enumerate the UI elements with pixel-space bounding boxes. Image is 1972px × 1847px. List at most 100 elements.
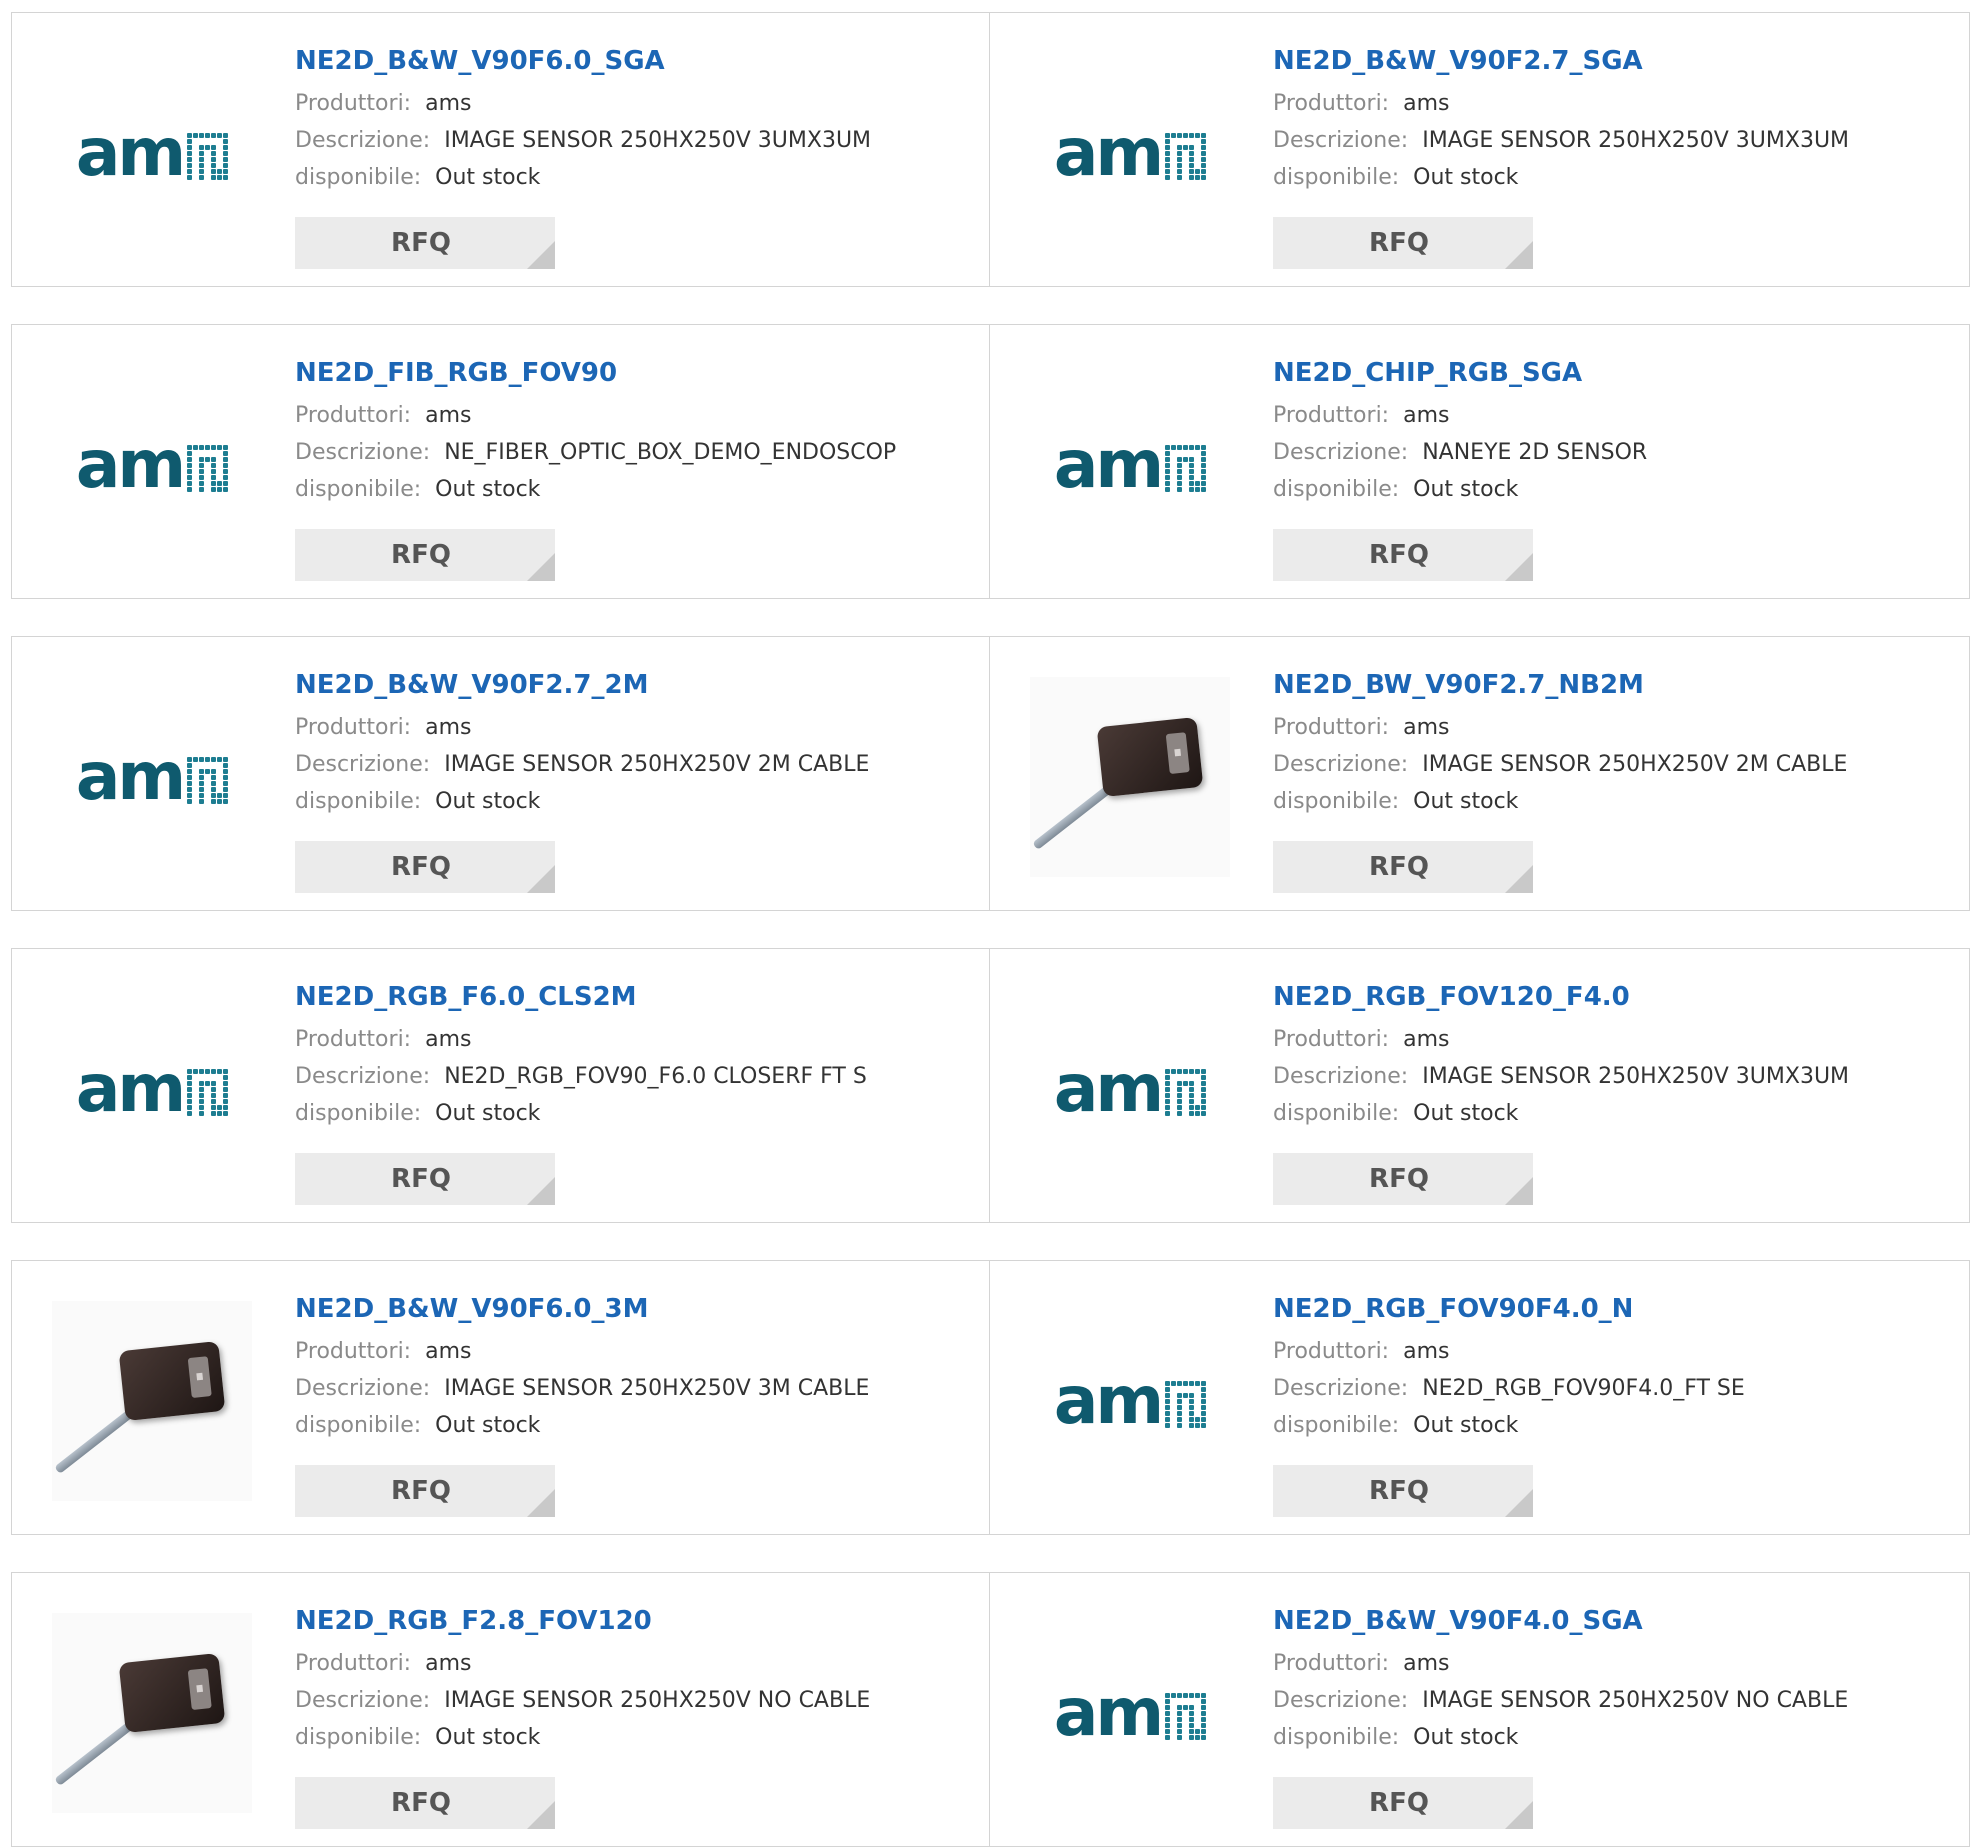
description-label: Descrizione: — [1273, 128, 1409, 153]
ams-logo-icon: am — [1054, 432, 1207, 498]
sensor-photo-icon — [52, 1301, 252, 1501]
manufacturer-label: Produttori: — [1273, 403, 1390, 428]
manufacturer-label: Produttori: — [295, 403, 412, 428]
sensor-housing — [118, 1340, 226, 1422]
product-row: NE2D_RGB_F2.8_FOV120 Produttori: ams Descri… — [11, 1572, 1970, 1847]
rfq-button[interactable]: RFQ — [1273, 217, 1533, 269]
manufacturer-label: Produttori: — [295, 1651, 412, 1676]
ams-logo-letters: am — [75, 738, 186, 815]
rfq-button[interactable]: RFQ — [1273, 841, 1533, 893]
manufacturer-label: Produttori: — [1273, 715, 1390, 740]
manufacturer-value: ams — [425, 91, 472, 116]
product-title-link[interactable]: NE2D_BW_V90F2.7_NB2M — [1273, 669, 1949, 709]
availability-value: Out stock — [435, 1413, 541, 1438]
ams-logo-letters: am — [1053, 1674, 1164, 1751]
product-info: NE2D_RGB_F6.0_CLS2M Produttori: ams Descriz… — [295, 981, 969, 1132]
product-thumbnail[interactable]: am — [1030, 1613, 1230, 1813]
rfq-button[interactable]: RFQ — [295, 529, 555, 581]
product-thumbnail[interactable]: am — [52, 365, 252, 565]
product-description-row: Descrizione: NE2D_RGB_FOV90F4.0_FT SE — [1273, 1370, 1949, 1407]
rfq-button[interactable]: RFQ — [1273, 1153, 1533, 1205]
product-title-link[interactable]: NE2D_FIB_RGB_FOV90 — [295, 357, 969, 397]
product-thumbnail[interactable]: am — [1030, 989, 1230, 1189]
product-description-row: Descrizione: IMAGE SENSOR 250HX250V 3UMX3… — [1273, 1058, 1949, 1095]
manufacturer-value: ams — [425, 715, 472, 740]
availability-label: disponibile: — [1273, 1413, 1400, 1438]
rfq-button-label: RFQ — [1369, 852, 1429, 882]
product-thumbnail[interactable]: am — [52, 677, 252, 877]
product-title-link[interactable]: NE2D_B&W_V90F2.7_SGA — [1273, 45, 1949, 85]
product-description-row: Descrizione: IMAGE SENSOR 250HX250V 3M CA… — [295, 1370, 969, 1407]
product-thumbnail[interactable]: am — [1030, 53, 1230, 253]
manufacturer-label: Produttori: — [1273, 1651, 1390, 1676]
product-title-link[interactable]: NE2D_B&W_V90F2.7_2M — [295, 669, 969, 709]
description-label: Descrizione: — [295, 752, 431, 777]
corner-arrow-icon — [1505, 241, 1533, 269]
availability-label: disponibile: — [295, 1101, 422, 1126]
description-value: IMAGE SENSOR 250HX250V NO CABLE — [444, 1688, 871, 1713]
product-title-link[interactable]: NE2D_RGB_FOV90F4.0_N — [1273, 1293, 1949, 1333]
product-thumbnail[interactable] — [52, 1301, 252, 1501]
product-thumbnail[interactable]: am — [52, 989, 252, 1189]
description-label: Descrizione: — [295, 440, 431, 465]
rfq-button-label: RFQ — [391, 228, 451, 258]
rfq-button-label: RFQ — [1369, 540, 1429, 570]
availability-value: Out stock — [1413, 1413, 1519, 1438]
product-info: NE2D_CHIP_RGB_SGA Produttori: ams Descrizio… — [1273, 357, 1949, 508]
product-title-link[interactable]: NE2D_RGB_F6.0_CLS2M — [295, 981, 969, 1021]
product-info: NE2D_RGB_FOV90F4.0_N Produttori: ams Descri… — [1273, 1293, 1949, 1444]
manufacturer-value: ams — [1403, 403, 1450, 428]
description-value: NE2D_RGB_FOV90F4.0_FT SE — [1422, 1376, 1745, 1401]
product-title-link[interactable]: NE2D_B&W_V90F6.0_3M — [295, 1293, 969, 1333]
rfq-button[interactable]: RFQ — [295, 217, 555, 269]
rfq-button-label: RFQ — [391, 1788, 451, 1818]
product-thumbnail[interactable]: am — [52, 53, 252, 253]
rfq-button[interactable]: RFQ — [295, 1465, 555, 1517]
product-availability-row: disponibile: Out stock — [1273, 1095, 1949, 1132]
rfq-button-label: RFQ — [391, 852, 451, 882]
rfq-button[interactable]: RFQ — [1273, 1465, 1533, 1517]
product-info: NE2D_B&W_V90F4.0_SGA Produttori: ams Descri… — [1273, 1605, 1949, 1756]
product-thumbnail[interactable] — [52, 1613, 252, 1813]
product-thumbnail[interactable] — [1030, 677, 1230, 877]
rfq-button[interactable]: RFQ — [295, 841, 555, 893]
product-title-link[interactable]: NE2D_CHIP_RGB_SGA — [1273, 357, 1949, 397]
product-card: NE2D_B&W_V90F6.0_3M Produttori: ams Descriz… — [11, 1260, 990, 1535]
product-manufacturer-row: Produttori: ams — [1273, 1333, 1949, 1370]
product-manufacturer-row: Produttori: ams — [1273, 709, 1949, 746]
corner-arrow-icon — [1505, 1177, 1533, 1205]
product-manufacturer-row: Produttori: ams — [295, 1021, 969, 1058]
product-card: am NE2D_RGB_FOV90F4.0_N Produttori: ams Desc… — [990, 1260, 1970, 1535]
product-description-row: Descrizione: IMAGE SENSOR 250HX250V NO CA… — [1273, 1682, 1949, 1719]
corner-arrow-icon — [1505, 865, 1533, 893]
rfq-button[interactable]: RFQ — [1273, 529, 1533, 581]
ams-logo-letters: am — [75, 1050, 186, 1127]
product-thumbnail[interactable]: am — [1030, 365, 1230, 565]
description-label: Descrizione: — [1273, 752, 1409, 777]
availability-label: disponibile: — [295, 789, 422, 814]
ams-logo-icon: am — [1054, 1368, 1207, 1434]
product-title-link[interactable]: NE2D_B&W_V90F4.0_SGA — [1273, 1605, 1949, 1645]
product-availability-row: disponibile: Out stock — [295, 1719, 969, 1756]
ams-logo-icon: am — [75, 1050, 229, 1127]
manufacturer-value: ams — [425, 403, 472, 428]
availability-label: disponibile: — [295, 1725, 422, 1750]
rfq-button[interactable]: RFQ — [1273, 1777, 1533, 1829]
product-title-link[interactable]: NE2D_B&W_V90F6.0_SGA — [295, 45, 969, 85]
description-label: Descrizione: — [295, 1376, 431, 1401]
description-label: Descrizione: — [1273, 440, 1409, 465]
product-thumbnail[interactable]: am — [1030, 1301, 1230, 1501]
description-label: Descrizione: — [295, 128, 431, 153]
product-title-link[interactable]: NE2D_RGB_F2.8_FOV120 — [295, 1605, 969, 1645]
description-value: IMAGE SENSOR 250HX250V NO CABLE — [1422, 1688, 1849, 1713]
rfq-button[interactable]: RFQ — [295, 1153, 555, 1205]
rfq-button[interactable]: RFQ — [295, 1777, 555, 1829]
sensor-photo-icon — [52, 1613, 252, 1813]
product-title-link[interactable]: NE2D_RGB_FOV120_F4.0 — [1273, 981, 1949, 1021]
manufacturer-label: Produttori: — [295, 91, 412, 116]
product-card: am NE2D_B&W_V90F4.0_SGA Produttori: ams Desc… — [990, 1572, 1970, 1847]
description-value: IMAGE SENSOR 250HX250V 2M CABLE — [1422, 752, 1848, 777]
corner-arrow-icon — [1505, 553, 1533, 581]
product-availability-row: disponibile: Out stock — [295, 1407, 969, 1444]
product-availability-row: disponibile: Out stock — [295, 1095, 969, 1132]
